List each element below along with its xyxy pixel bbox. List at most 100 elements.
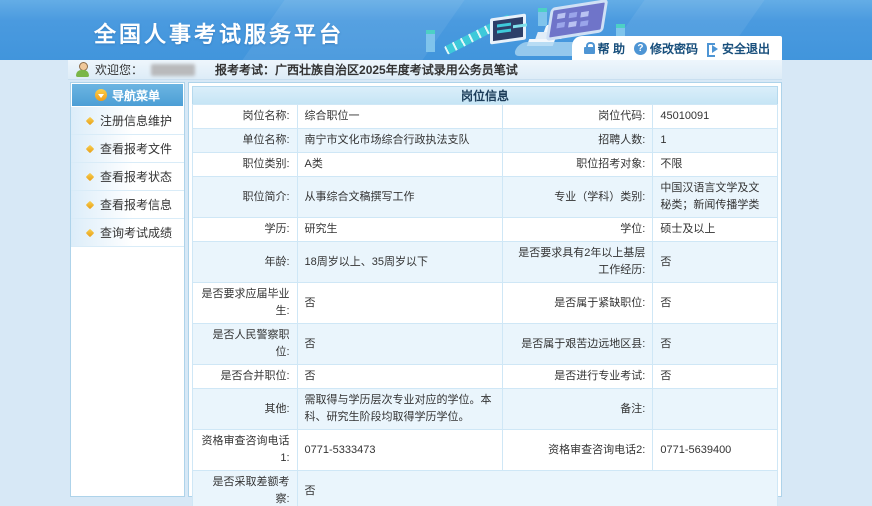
table-row: 是否合并职位: 否 是否进行专业考试: 否 (193, 365, 778, 389)
field-value: 硕士及以上 (653, 218, 778, 242)
field-label: 是否进行专业考试: (502, 365, 653, 389)
sidebar-item-registration-info[interactable]: 注册信息维护 (71, 107, 184, 135)
field-value: 否 (297, 283, 502, 324)
field-label: 单位名称: (193, 129, 298, 153)
site-title: 全国人事考试服务平台 (94, 17, 344, 49)
table-title: 岗位信息 (192, 86, 778, 104)
field-label: 资格审查咨询电话2: (502, 430, 653, 471)
table-row: 是否采取差额考察: 否 (193, 471, 778, 506)
quick-links: 帮 助 修改密码 安全退出 (572, 36, 782, 60)
field-label: 学历: (193, 218, 298, 242)
sidebar-item-query-exam-results[interactable]: 查询考试成绩 (71, 219, 184, 247)
field-value: 否 (297, 471, 777, 506)
field-value: 0771-5639400 (653, 430, 778, 471)
field-label: 年龄: (193, 242, 298, 283)
sidebar-header: 导航菜单 (72, 84, 183, 106)
sidebar-item-label: 注册信息维护 (100, 112, 172, 129)
help-link[interactable]: 帮 助 (584, 40, 625, 57)
field-label: 其他: (193, 389, 298, 430)
field-value: 不限 (653, 153, 778, 177)
lock-icon (584, 42, 595, 54)
field-value: 否 (653, 324, 778, 365)
table-row: 年龄: 18周岁以上、35周岁以下 是否要求具有2年以上基层工作经历: 否 (193, 242, 778, 283)
field-value: 综合职位一 (297, 105, 502, 129)
logout-label: 安全退出 (722, 40, 770, 57)
welcome-greeting: 欢迎您： (95, 61, 143, 78)
change-password-label: 修改密码 (650, 40, 698, 57)
field-value: 45010091 (653, 105, 778, 129)
field-value: 否 (653, 365, 778, 389)
logout-link[interactable]: 安全退出 (707, 40, 770, 57)
diamond-bullet-icon (86, 228, 94, 236)
field-label: 是否属于艰苦边远地区县: (502, 324, 653, 365)
field-label: 是否合并职位: (193, 365, 298, 389)
table-row: 职位简介: 从事综合文稿撰写工作 专业（学科）类别: 中国汉语言文学及文秘类；新… (193, 177, 778, 218)
field-label: 专业（学科）类别: (502, 177, 653, 218)
sidebar: 导航菜单 注册信息维护 查看报考文件 查看报考状态 查看报考信息 查询考试成绩 (70, 82, 185, 497)
change-password-link[interactable]: 修改密码 (634, 40, 698, 57)
field-value: 1 (653, 129, 778, 153)
exam-name: 广西壮族自治区2025年度考试录用公务员笔试 (275, 61, 518, 78)
exit-icon (707, 42, 719, 54)
diamond-bullet-icon (86, 200, 94, 208)
field-value: 否 (297, 324, 502, 365)
field-label: 是否人民警察职位: (193, 324, 298, 365)
sidebar-item-view-exam-documents[interactable]: 查看报考文件 (71, 135, 184, 163)
field-label: 职位类别: (193, 153, 298, 177)
sidebar-title: 导航菜单 (112, 87, 160, 104)
field-value: 0771-5333473 (297, 430, 502, 471)
field-label: 职位简介: (193, 177, 298, 218)
sidebar-item-view-application-status[interactable]: 查看报考状态 (71, 163, 184, 191)
content-panel: 岗位信息 岗位名称: 综合职位一 岗位代码: 45010091 单位名称: 南宁… (188, 82, 782, 497)
sidebar-item-label: 查看报考状态 (100, 168, 172, 185)
pillar-shape (538, 12, 547, 26)
help-link-label: 帮 助 (598, 40, 625, 57)
sidebar-menu: 注册信息维护 查看报考文件 查看报考状态 查看报考信息 查询考试成绩 (71, 107, 184, 247)
field-value: 南宁市文化市场综合行政执法支队 (297, 129, 502, 153)
table-row: 其他: 需取得与学历层次专业对应的学位。本科、研究生阶段均取得学历学位。 备注: (193, 389, 778, 430)
field-label: 招聘人数: (502, 129, 653, 153)
field-value: A类 (297, 153, 502, 177)
table-row: 是否要求应届毕业生: 否 是否属于紧缺职位: 否 (193, 283, 778, 324)
field-value: 研究生 (297, 218, 502, 242)
field-value: 否 (297, 365, 502, 389)
card-shape (546, 0, 609, 41)
main-layout: 导航菜单 注册信息维护 查看报考文件 查看报考状态 查看报考信息 查询考试成绩 (0, 82, 872, 497)
table-row: 职位类别: A类 职位招考对象: 不限 (193, 153, 778, 177)
field-label: 是否属于紧缺职位: (502, 283, 653, 324)
field-value: 从事综合文稿撰写工作 (297, 177, 502, 218)
chevron-down-icon (95, 89, 107, 101)
table-row: 单位名称: 南宁市文化市场综合行政执法支队 招聘人数: 1 (193, 129, 778, 153)
question-icon (634, 42, 647, 55)
field-label: 学位: (502, 218, 653, 242)
sidebar-item-label: 查看报考信息 (100, 196, 172, 213)
field-label: 是否要求具有2年以上基层工作经历: (502, 242, 653, 283)
field-value: 否 (653, 283, 778, 324)
field-label: 岗位代码: (502, 105, 653, 129)
diamond-bullet-icon (86, 172, 94, 180)
field-value: 需取得与学历层次专业对应的学位。本科、研究生阶段均取得学历学位。 (297, 389, 502, 430)
field-label: 是否要求应届毕业生: (193, 283, 298, 324)
field-value (653, 389, 778, 430)
user-avatar-icon (76, 62, 89, 77)
diamond-bullet-icon (86, 116, 94, 124)
field-value: 否 (653, 242, 778, 283)
sidebar-item-view-application-info[interactable]: 查看报考信息 (71, 191, 184, 219)
sidebar-item-label: 查询考试成绩 (100, 224, 172, 241)
welcome-bar: 欢迎您： 报考考试：广西壮族自治区2025年度考试录用公务员笔试 (68, 60, 782, 80)
table-row: 岗位名称: 综合职位一 岗位代码: 45010091 (193, 105, 778, 129)
exam-label: 报考考试： (215, 61, 275, 78)
field-label: 岗位名称: (193, 105, 298, 129)
monitor-shape (490, 13, 526, 44)
diamond-bullet-icon (86, 144, 94, 152)
job-info-table: 岗位名称: 综合职位一 岗位代码: 45010091 单位名称: 南宁市文化市场… (192, 104, 778, 506)
table-row: 是否人民警察职位: 否 是否属于艰苦边远地区县: 否 (193, 324, 778, 365)
field-value: 18周岁以上、35周岁以下 (297, 242, 502, 283)
sidebar-item-label: 查看报考文件 (100, 140, 172, 157)
field-label: 备注: (502, 389, 653, 430)
table-row: 学历: 研究生 学位: 硕士及以上 (193, 218, 778, 242)
field-value: 中国汉语言文学及文秘类；新闻传播学类 (653, 177, 778, 218)
top-banner: 全国人事考试服务平台 帮 助 修改密码 安全退出 (0, 0, 872, 60)
pillar-shape (426, 34, 435, 52)
field-label: 职位招考对象: (502, 153, 653, 177)
